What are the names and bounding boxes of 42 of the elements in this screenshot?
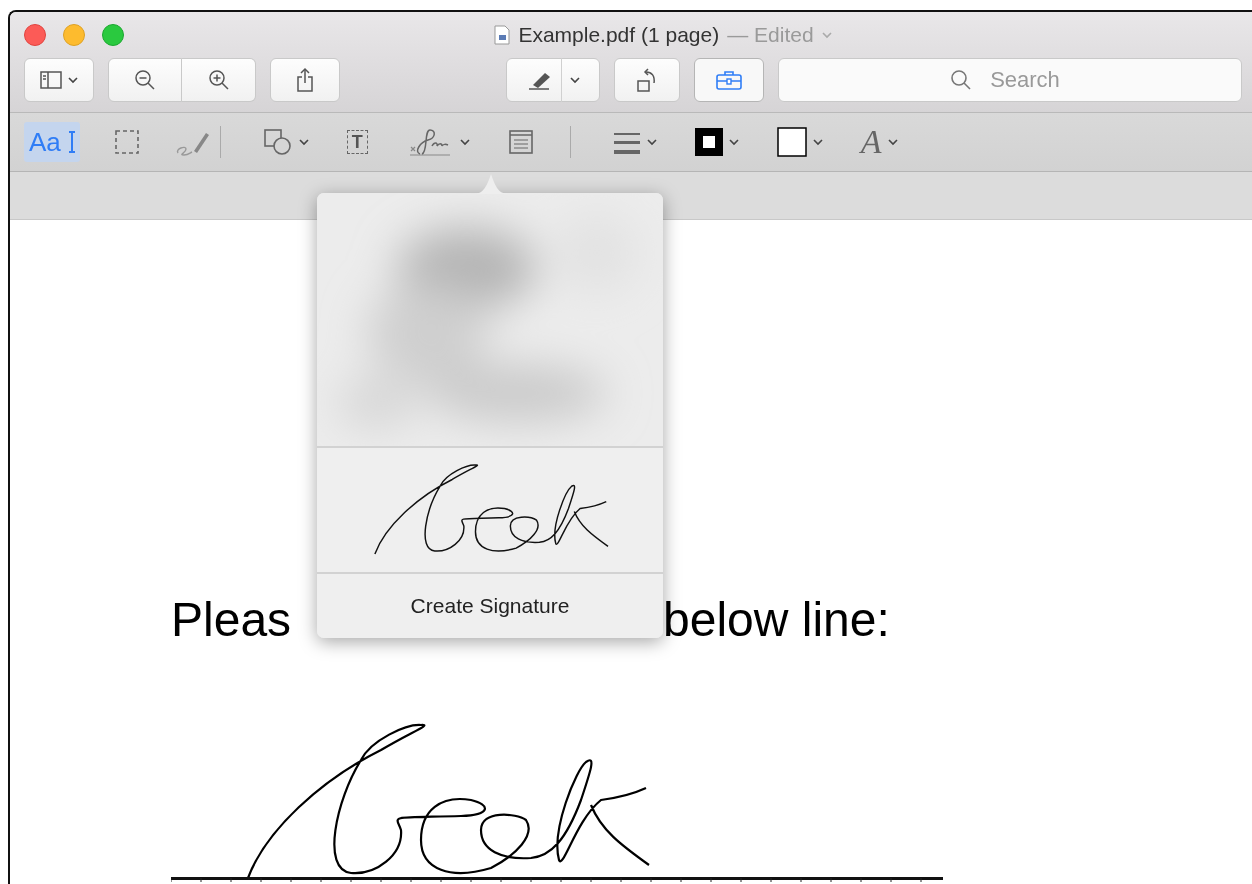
zoom-in-icon [207,69,230,91]
share-icon [296,67,314,93]
dashed-rectangle-icon [113,129,140,155]
share-button[interactable] [270,58,340,102]
chevron-icon [459,138,470,146]
chevron-icon [569,76,580,84]
window-title: Example.pdf (1 page) [518,23,720,47]
shapes-icon [262,128,293,156]
chevron-icon [887,138,898,146]
chevron-icon [812,138,823,146]
zoom-in-button[interactable] [182,58,256,102]
note-icon [507,129,534,155]
zoom-out-icon [134,69,156,91]
sidebar-icon [40,71,62,89]
border-color-icon [694,128,723,156]
rotate-icon [636,67,658,93]
fill-color-icon [776,127,807,157]
document-text: below line: [663,592,890,648]
saved-signature[interactable] [317,448,663,574]
font-tool[interactable]: A [856,122,902,162]
document-text: Pleas [171,592,292,648]
edited-status[interactable]: — Edited [727,23,814,47]
text-box-tool[interactable]: T [342,122,372,162]
text-select-tool[interactable]: Aa [24,122,80,162]
zoom-button[interactable] [102,24,124,46]
chevron-icon [298,138,309,146]
pdf-file-icon [494,25,511,45]
zoom-out-button[interactable] [108,58,182,102]
search-icon [950,69,972,91]
toolbox-icon [715,69,743,91]
chevron-icon [728,138,739,146]
markup-button[interactable] [694,58,764,102]
create-signature-button[interactable]: Create Signature [317,574,663,638]
search-field[interactable]: Search [778,58,1242,102]
highlight-button[interactable] [506,58,600,102]
chevron-icon [821,31,832,39]
sidebar-button[interactable] [24,58,94,102]
chevron-icon [68,76,78,84]
chevron-icon [646,138,657,146]
i-beam-icon [67,129,76,155]
rotate-button[interactable] [614,58,680,102]
close-button[interactable] [24,24,46,46]
